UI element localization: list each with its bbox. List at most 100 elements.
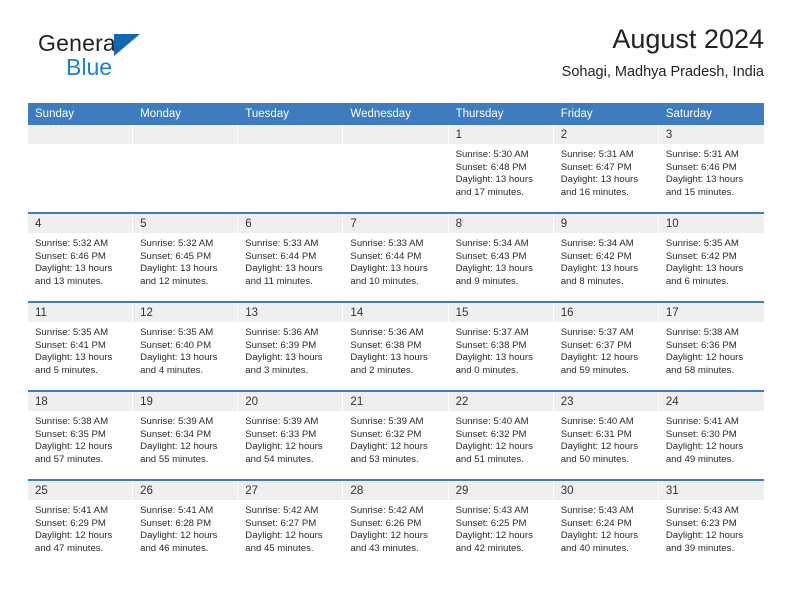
sunrise-time: Sunrise: 5:32 AM — [35, 238, 109, 249]
sunset-time: Sunset: 6:31 PM — [560, 428, 632, 440]
calendar-week-row: 25 Sunrise: 5:41 AM Sunset: 6:29 PM Dayligh… — [28, 479, 764, 568]
daylight-duration-line-2: and 54 minutes. — [245, 453, 314, 465]
calendar-day-cell[interactable]: 16 Sunrise: 5:37 AM Sunset: 6:37 PM Dayligh… — [553, 301, 659, 391]
sunset-time: Sunset: 6:41 PM — [35, 339, 106, 351]
calendar-day-cell[interactable]: 20 Sunrise: 5:39 AM Sunset: 6:33 PM Dayligh… — [238, 390, 344, 480]
daylight-duration-line-1: Daylight: 13 hours — [350, 352, 428, 364]
daylight-duration-line-1: Daylight: 13 hours — [455, 352, 533, 364]
weekday-header-sunday: Sunday — [28, 103, 134, 125]
sunrise-time: Sunrise: 5:39 AM — [350, 416, 424, 427]
sunrise-time: Sunrise: 5:32 AM — [140, 238, 214, 249]
day-number: 17 — [658, 303, 764, 322]
calendar-day-cell[interactable]: 25 Sunrise: 5:41 AM Sunset: 6:29 PM Dayligh… — [28, 479, 134, 568]
general-blue-logo[interactable]: General Blue — [38, 32, 198, 88]
sunset-time: Sunset: 6:43 PM — [455, 250, 527, 262]
sunrise-time: Sunrise: 5:35 AM — [665, 238, 739, 249]
daylight-duration-line-2: and 45 minutes. — [245, 542, 314, 554]
daylight-duration-line-2: and 47 minutes. — [35, 542, 104, 554]
day-number: 13 — [238, 303, 344, 322]
sunset-time: Sunset: 6:30 PM — [665, 428, 737, 440]
daylight-duration-line-2: and 59 minutes. — [560, 364, 629, 376]
day-number: 27 — [238, 481, 344, 500]
sunset-time: Sunset: 6:26 PM — [350, 517, 422, 529]
day-details: Sunrise: 5:43 AM Sunset: 6:24 PM Daylight:… — [554, 500, 659, 568]
sunset-time: Sunset: 6:23 PM — [665, 517, 737, 529]
day-details — [343, 144, 448, 212]
daylight-duration-line-1: Daylight: 13 hours — [560, 174, 639, 186]
sunset-time: Sunset: 6:38 PM — [350, 339, 422, 351]
day-number: 3 — [658, 125, 764, 144]
daylight-duration-line-2: and 5 minutes. — [35, 364, 98, 376]
weekday-header-wednesday: Wednesday — [343, 103, 449, 125]
day-number: 30 — [553, 481, 659, 500]
calendar-day-cell[interactable]: 10 Sunrise: 5:35 AM Sunset: 6:42 PM Dayligh… — [658, 212, 764, 302]
calendar-day-cell[interactable]: 9 Sunrise: 5:34 AM Sunset: 6:42 PM Daylight… — [553, 212, 659, 302]
triangle-icon — [114, 34, 140, 56]
day-number: 24 — [658, 392, 764, 411]
daylight-duration-line-2: and 57 minutes. — [35, 453, 104, 465]
sunset-time: Sunset: 6:27 PM — [245, 517, 317, 529]
daylight-duration-line-2: and 11 minutes. — [245, 275, 313, 287]
calendar-day-cell[interactable]: 15 Sunrise: 5:37 AM Sunset: 6:38 PM Dayligh… — [448, 301, 554, 391]
calendar-day-cell[interactable]: 26 Sunrise: 5:41 AM Sunset: 6:28 PM Dayligh… — [133, 479, 239, 568]
calendar-day-cell[interactable]: 13 Sunrise: 5:36 AM Sunset: 6:39 PM Dayligh… — [238, 301, 344, 391]
calendar-day-cell[interactable]: 7 Sunrise: 5:33 AM Sunset: 6:44 PM Daylight… — [343, 212, 449, 302]
daylight-duration-line-1: Daylight: 13 hours — [665, 174, 744, 186]
calendar-day-cell[interactable]: 28 Sunrise: 5:42 AM Sunset: 6:26 PM Dayligh… — [343, 479, 449, 568]
sunrise-time: Sunrise: 5:35 AM — [35, 327, 109, 338]
sunrise-time: Sunrise: 5:34 AM — [455, 238, 529, 249]
sunset-time: Sunset: 6:35 PM — [35, 428, 106, 440]
calendar-day-cell[interactable]: 5 Sunrise: 5:32 AM Sunset: 6:45 PM Daylight… — [133, 212, 239, 302]
calendar-day-cell[interactable]: 18 Sunrise: 5:38 AM Sunset: 6:35 PM Dayligh… — [28, 390, 134, 480]
calendar-day-cell[interactable]: 21 Sunrise: 5:39 AM Sunset: 6:32 PM Dayligh… — [343, 390, 449, 480]
day-details — [28, 144, 133, 212]
calendar-day-cell[interactable]: 24 Sunrise: 5:41 AM Sunset: 6:30 PM Dayligh… — [658, 390, 764, 480]
daylight-duration-line-1: Daylight: 12 hours — [350, 530, 428, 542]
calendar-day-cell[interactable]: 4 Sunrise: 5:32 AM Sunset: 6:46 PM Daylight… — [28, 212, 134, 302]
location-subtitle: Sohagi, Madhya Pradesh, India — [561, 64, 764, 81]
sunrise-time: Sunrise: 5:43 AM — [560, 505, 634, 516]
daylight-duration-line-2: and 4 minutes. — [140, 364, 204, 376]
calendar-week-row: 4 Sunrise: 5:32 AM Sunset: 6:46 PM Daylight… — [28, 212, 764, 302]
calendar-day-cell[interactable]: 19 Sunrise: 5:39 AM Sunset: 6:34 PM Dayligh… — [133, 390, 239, 480]
calendar-day-cell[interactable]: 2 Sunrise: 5:31 AM Sunset: 6:47 PM Daylight… — [553, 125, 659, 213]
day-details: Sunrise: 5:38 AM Sunset: 6:35 PM Daylight:… — [28, 411, 133, 479]
day-details: Sunrise: 5:36 AM Sunset: 6:39 PM Daylight:… — [238, 322, 343, 390]
calendar-day-cell[interactable]: 27 Sunrise: 5:42 AM Sunset: 6:27 PM Dayligh… — [238, 479, 344, 568]
sunrise-time: Sunrise: 5:39 AM — [245, 416, 319, 427]
sunset-time: Sunset: 6:42 PM — [665, 250, 737, 262]
calendar-day-cell[interactable]: 3 Sunrise: 5:31 AM Sunset: 6:46 PM Daylight… — [658, 125, 764, 213]
day-details: Sunrise: 5:30 AM Sunset: 6:48 PM Daylight:… — [449, 144, 554, 212]
daylight-duration-line-2: and 2 minutes. — [350, 364, 414, 376]
calendar-day-cell[interactable]: 31 Sunrise: 5:43 AM Sunset: 6:23 PM Dayligh… — [658, 479, 764, 568]
calendar-day-cell[interactable]: 23 Sunrise: 5:40 AM Sunset: 6:31 PM Dayligh… — [553, 390, 659, 480]
calendar-day-cell[interactable]: 8 Sunrise: 5:34 AM Sunset: 6:43 PM Daylight… — [448, 212, 554, 302]
day-number: 19 — [133, 392, 239, 411]
calendar-day-cell[interactable]: 30 Sunrise: 5:43 AM Sunset: 6:24 PM Dayligh… — [553, 479, 659, 568]
calendar-day-cell[interactable]: 14 Sunrise: 5:36 AM Sunset: 6:38 PM Dayligh… — [343, 301, 449, 391]
calendar-day-cell[interactable]: 17 Sunrise: 5:38 AM Sunset: 6:36 PM Dayligh… — [658, 301, 764, 391]
day-details: Sunrise: 5:32 AM Sunset: 6:45 PM Daylight:… — [133, 233, 238, 301]
calendar-body: 1 Sunrise: 5:30 AM Sunset: 6:48 PM Daylight… — [28, 125, 764, 568]
sunset-time: Sunset: 6:39 PM — [245, 339, 317, 351]
day-details — [238, 144, 343, 212]
day-number — [343, 125, 449, 144]
sunrise-time: Sunrise: 5:38 AM — [665, 327, 739, 338]
daylight-duration-line-1: Daylight: 13 hours — [560, 263, 639, 275]
calendar-day-cell[interactable]: 6 Sunrise: 5:33 AM Sunset: 6:44 PM Daylight… — [238, 212, 344, 302]
calendar-day-cell[interactable]: 29 Sunrise: 5:43 AM Sunset: 6:25 PM Dayligh… — [448, 479, 554, 568]
calendar-day-cell[interactable]: 12 Sunrise: 5:35 AM Sunset: 6:40 PM Dayligh… — [133, 301, 239, 391]
day-details: Sunrise: 5:38 AM Sunset: 6:36 PM Daylight:… — [659, 322, 764, 390]
daylight-duration-line-1: Daylight: 13 hours — [140, 263, 218, 275]
calendar-day-cell[interactable]: 22 Sunrise: 5:40 AM Sunset: 6:32 PM Dayligh… — [448, 390, 554, 480]
sunset-time: Sunset: 6:48 PM — [455, 161, 527, 173]
calendar-day-cell[interactable]: 1 Sunrise: 5:30 AM Sunset: 6:48 PM Daylight… — [448, 125, 554, 213]
daylight-duration-line-1: Daylight: 13 hours — [455, 263, 533, 275]
day-details: Sunrise: 5:42 AM Sunset: 6:27 PM Daylight:… — [238, 500, 343, 568]
calendar-day-cell[interactable]: 11 Sunrise: 5:35 AM Sunset: 6:41 PM Dayligh… — [28, 301, 134, 391]
page-header: General Blue August 2024 Sohagi, Madhya … — [28, 24, 764, 96]
page-title: August 2024 — [612, 24, 764, 54]
sunset-time: Sunset: 6:32 PM — [350, 428, 422, 440]
sunset-time: Sunset: 6:37 PM — [560, 339, 632, 351]
day-details: Sunrise: 5:35 AM Sunset: 6:41 PM Daylight:… — [28, 322, 133, 390]
